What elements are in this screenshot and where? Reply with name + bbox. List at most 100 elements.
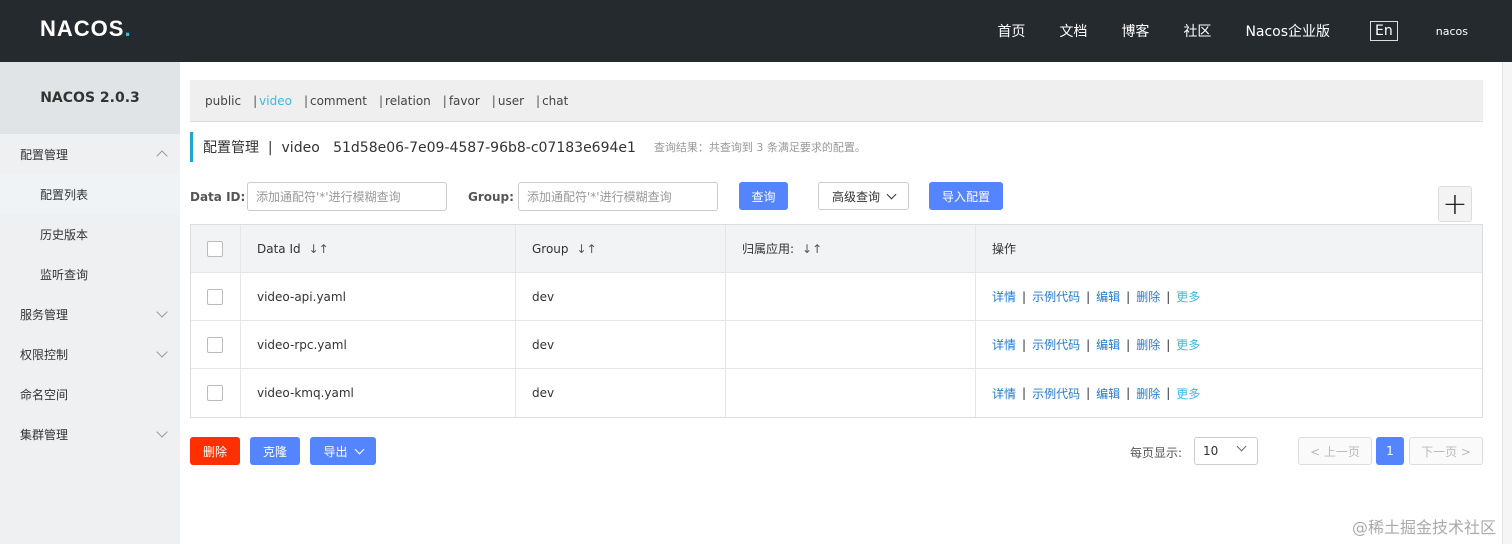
delete-link[interactable]: 删除 xyxy=(1136,336,1160,353)
sidebar-item-label: 监听查询 xyxy=(40,267,89,282)
tab-namespace-user[interactable]: user xyxy=(498,94,524,108)
op-separator: | xyxy=(1126,289,1131,304)
sidebar-item-label: 命名空间 xyxy=(20,387,69,402)
row-checkbox[interactable] xyxy=(207,336,223,353)
cell-app xyxy=(726,321,976,368)
nav-blog[interactable]: 博客 xyxy=(1121,21,1149,41)
tab-namespace-video[interactable]: video xyxy=(259,94,292,108)
page-size-select[interactable]: 10 xyxy=(1194,437,1258,465)
cell-group: dev xyxy=(516,321,726,368)
more-link[interactable]: 更多 xyxy=(1176,385,1200,402)
nav-community[interactable]: 社区 xyxy=(1183,21,1211,41)
sidebar: NACOS 2.0.3 配置管理 配置列表 历史版本 监听查询 服务管理 权限控… xyxy=(0,62,180,544)
import-config-button[interactable]: 导入配置 xyxy=(929,182,1003,210)
chevron-down-icon xyxy=(1236,441,1247,452)
page-scrollbar[interactable] xyxy=(1502,62,1512,544)
chevron-down-icon xyxy=(156,426,168,438)
detail-link[interactable]: 详情 xyxy=(992,385,1016,402)
cell-app xyxy=(726,273,976,320)
row-select-cell xyxy=(191,369,241,417)
sidebar-item-config-list[interactable]: 配置列表 xyxy=(0,174,180,214)
tab-namespace-comment[interactable]: comment xyxy=(310,94,367,108)
sort-icon[interactable]: ↓↑ xyxy=(802,242,822,256)
dataid-placeholder: 添加通配符'*'进行模糊查询 xyxy=(256,190,401,204)
add-config-button[interactable]: + xyxy=(1438,186,1472,222)
cell-group: dev xyxy=(516,273,726,320)
detail-link[interactable]: 详情 xyxy=(992,288,1016,305)
sidebar-item-service-management[interactable]: 服务管理 xyxy=(0,294,180,334)
next-page-button[interactable]: 下一页 > xyxy=(1409,437,1483,465)
config-table: Data Id ↓↑ Group ↓↑ 归属应用: ↓↑ 操作 video-api.y… xyxy=(190,224,1483,418)
header-dataid[interactable]: Data Id ↓↑ xyxy=(241,225,516,272)
sort-icon[interactable]: ↓↑ xyxy=(577,242,597,256)
chevron-down-icon xyxy=(156,346,168,358)
tab-namespace-public[interactable]: public xyxy=(205,94,241,108)
header-group[interactable]: Group ↓↑ xyxy=(516,225,726,272)
op-separator: | xyxy=(1086,289,1091,304)
query-result-hint: 查询结果：共查询到 3 条满足要求的配置。 xyxy=(653,141,866,154)
cell-dataid: video-kmq.yaml xyxy=(241,369,516,417)
sidebar-brand: NACOS 2.0.3 xyxy=(0,62,180,134)
top-navbar: NACOS. 首页 文档 博客 社区 Nacos企业版 En nacos xyxy=(0,0,1512,62)
sort-icon[interactable]: ↓↑ xyxy=(309,242,329,256)
sample-code-link[interactable]: 示例代码 xyxy=(1032,288,1080,305)
more-link[interactable]: 更多 xyxy=(1176,336,1200,353)
page-title: 配置管理 | video 51d58e06-7e09-4587-96b8-c07… xyxy=(203,140,636,156)
table-row: video-rpc.yaml dev 详情 | 示例代码 | 编辑 | 删除 | 更多 xyxy=(191,321,1482,369)
dataid-label: Data ID: xyxy=(190,190,246,204)
table-row: video-api.yaml dev 详情 | 示例代码 | 编辑 | 删除 | 更多 xyxy=(191,273,1482,321)
language-switch[interactable]: En xyxy=(1370,21,1398,41)
row-select-cell xyxy=(191,273,241,320)
sidebar-item-listener-query[interactable]: 监听查询 xyxy=(0,254,180,294)
delete-link[interactable]: 删除 xyxy=(1136,385,1160,402)
delete-link[interactable]: 删除 xyxy=(1136,288,1160,305)
chevron-down-icon xyxy=(354,444,364,454)
sidebar-item-config-management[interactable]: 配置管理 xyxy=(0,134,180,174)
nav-docs[interactable]: 文档 xyxy=(1059,21,1087,41)
nav-enterprise[interactable]: Nacos企业版 xyxy=(1245,21,1330,41)
edit-link[interactable]: 编辑 xyxy=(1096,385,1120,402)
sidebar-item-history[interactable]: 历史版本 xyxy=(0,214,180,254)
sidebar-item-cluster[interactable]: 集群管理 xyxy=(0,414,180,454)
cell-app xyxy=(726,369,976,417)
current-user[interactable]: nacos xyxy=(1436,25,1468,38)
row-checkbox[interactable] xyxy=(207,288,223,305)
detail-link[interactable]: 详情 xyxy=(992,336,1016,353)
op-separator: | xyxy=(1022,289,1027,304)
edit-link[interactable]: 编辑 xyxy=(1096,336,1120,353)
more-link[interactable]: 更多 xyxy=(1176,288,1200,305)
advanced-query-button[interactable]: 高级查询 xyxy=(818,182,909,210)
query-button[interactable]: 查询 xyxy=(739,182,788,210)
clone-button[interactable]: 克隆 xyxy=(250,437,300,465)
tab-namespace-chat[interactable]: chat xyxy=(542,94,568,108)
header-app[interactable]: 归属应用: ↓↑ xyxy=(726,225,976,272)
export-button[interactable]: 导出 xyxy=(310,437,376,465)
op-separator: | xyxy=(1086,386,1091,400)
sample-code-link[interactable]: 示例代码 xyxy=(1032,336,1080,353)
tab-namespace-relation[interactable]: relation xyxy=(385,94,431,108)
namespace-separator: | xyxy=(253,93,258,108)
select-all-checkbox[interactable] xyxy=(207,240,223,257)
sidebar-item-auth[interactable]: 权限控制 xyxy=(0,334,180,374)
sidebar-item-label: 权限控制 xyxy=(20,347,69,362)
page-number-current[interactable]: 1 xyxy=(1376,437,1404,465)
group-label: Group: xyxy=(468,190,514,204)
sidebar-item-label: 配置管理 xyxy=(20,147,69,162)
sidebar-item-label: 服务管理 xyxy=(20,307,69,322)
row-checkbox[interactable] xyxy=(207,385,223,401)
dataid-input[interactable]: 添加通配符'*'进行模糊查询 xyxy=(247,182,447,211)
chevron-up-icon xyxy=(156,150,168,162)
prev-page-button[interactable]: < 上一页 xyxy=(1298,437,1372,465)
nacos-logo[interactable]: NACOS. xyxy=(40,16,132,42)
group-placeholder: 添加通配符'*'进行模糊查询 xyxy=(527,190,672,204)
tab-namespace-favor[interactable]: favor xyxy=(449,94,480,108)
top-nav: 首页 文档 博客 社区 Nacos企业版 En nacos xyxy=(963,0,1468,62)
edit-link[interactable]: 编辑 xyxy=(1096,288,1120,305)
sample-code-link[interactable]: 示例代码 xyxy=(1032,385,1080,402)
cell-actions: 详情 | 示例代码 | 编辑 | 删除 | 更多 xyxy=(976,321,1482,368)
sidebar-item-namespace[interactable]: 命名空间 xyxy=(0,374,180,414)
group-input[interactable]: 添加通配符'*'进行模糊查询 xyxy=(518,182,718,211)
cell-group: dev xyxy=(516,369,726,417)
nav-home[interactable]: 首页 xyxy=(997,21,1025,41)
bulk-delete-button[interactable]: 删除 xyxy=(190,437,240,465)
